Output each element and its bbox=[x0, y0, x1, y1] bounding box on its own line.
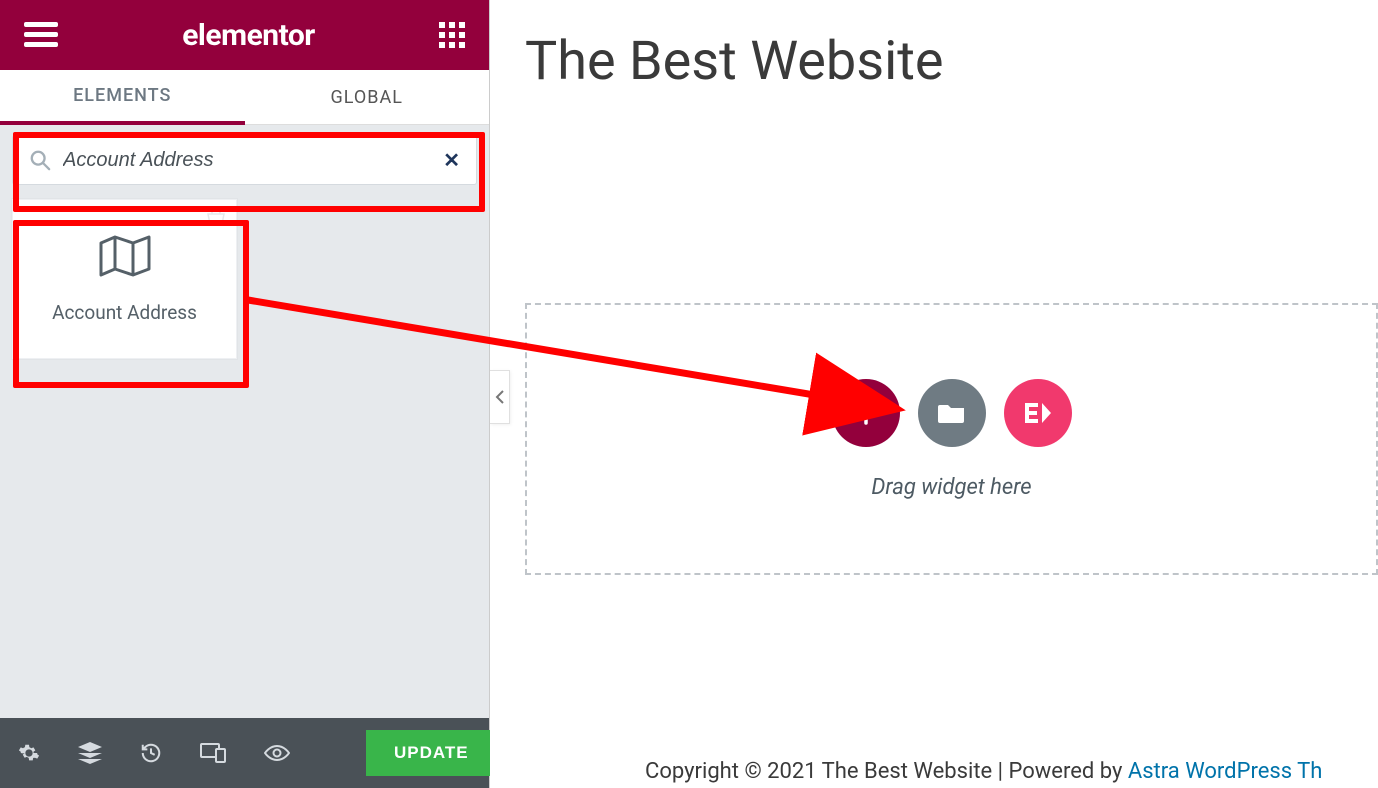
elementskit-icon bbox=[1023, 401, 1053, 425]
hamburger-menu-icon[interactable] bbox=[24, 22, 58, 48]
history-icon[interactable] bbox=[140, 742, 162, 764]
preview-icon[interactable] bbox=[264, 744, 290, 762]
map-icon bbox=[99, 235, 151, 277]
preview-canvas: The Best Website Drag widget here Copyri… bbox=[490, 0, 1378, 788]
panel-tabs: ELEMENTS GLOBAL bbox=[0, 70, 489, 125]
add-section-button[interactable] bbox=[832, 379, 900, 447]
sidebar-header: elementor bbox=[0, 0, 489, 70]
site-footer: Copyright © 2021 The Best Website | Powe… bbox=[490, 759, 1378, 788]
widgets-grid-icon[interactable] bbox=[439, 22, 465, 48]
drop-hint-text: Drag widget here bbox=[871, 475, 1031, 500]
footer-text: Copyright © 2021 The Best Website | Powe… bbox=[645, 759, 1128, 784]
navigator-icon[interactable] bbox=[78, 742, 102, 764]
brand-logo: elementor bbox=[182, 18, 315, 53]
update-button[interactable]: UPDATE bbox=[366, 730, 497, 776]
folder-icon bbox=[938, 401, 966, 425]
clear-search-icon[interactable]: ✕ bbox=[443, 150, 460, 170]
elementskit-button[interactable] bbox=[1004, 379, 1072, 447]
cart-badge-icon bbox=[204, 206, 228, 232]
settings-icon[interactable] bbox=[18, 742, 40, 764]
widget-search-box: ✕ bbox=[12, 135, 477, 185]
responsive-icon[interactable] bbox=[200, 743, 226, 763]
collapse-panel-handle[interactable] bbox=[490, 370, 510, 424]
tab-elements[interactable]: ELEMENTS bbox=[0, 70, 245, 125]
add-template-button[interactable] bbox=[918, 379, 986, 447]
new-section-dropzone[interactable]: Drag widget here bbox=[525, 303, 1378, 575]
chevron-left-icon bbox=[495, 390, 505, 404]
footer-theme-link[interactable]: Astra WordPress Th bbox=[1128, 759, 1323, 784]
search-icon bbox=[29, 149, 51, 171]
widget-account-address[interactable]: Account Address bbox=[12, 199, 237, 359]
tab-global[interactable]: GLOBAL bbox=[245, 70, 490, 125]
widget-label: Account Address bbox=[52, 301, 197, 324]
widget-search-input[interactable] bbox=[63, 149, 431, 172]
page-title: The Best Website bbox=[490, 0, 1378, 123]
bottom-toolbar: UPDATE bbox=[0, 718, 489, 788]
widgets-list: Account Address bbox=[0, 191, 489, 718]
plus-icon bbox=[853, 400, 879, 426]
